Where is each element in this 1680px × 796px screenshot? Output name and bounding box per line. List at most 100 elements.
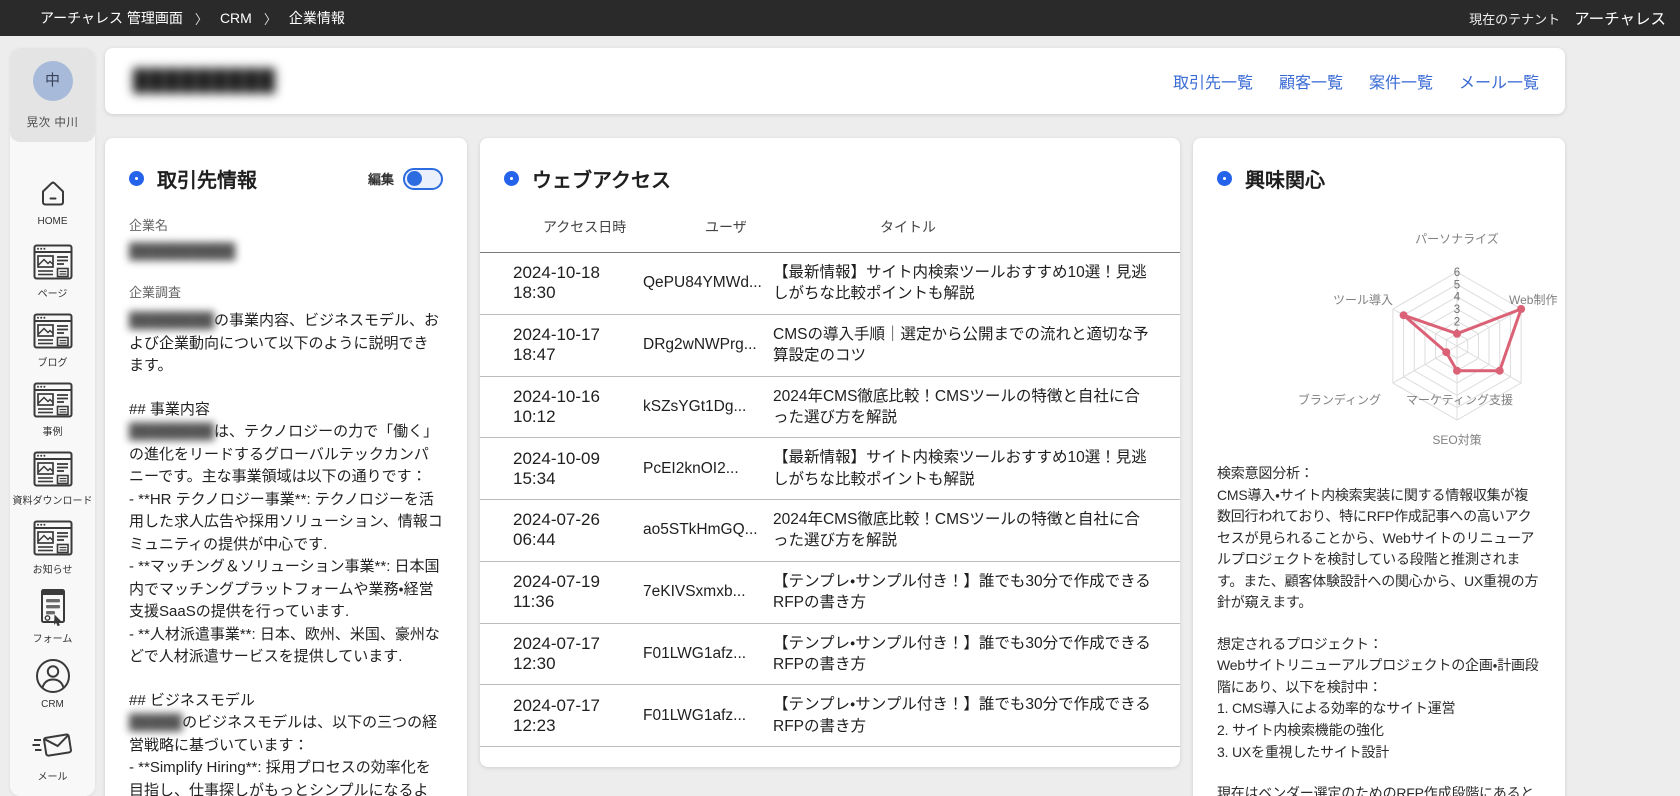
company-name-redacted: █████████ — [133, 69, 276, 92]
user-panel[interactable]: 中 晃次 中川 — [10, 48, 95, 142]
redacted-text: █████ — [129, 714, 183, 731]
header-link-customers[interactable]: 顧客一覧 — [1279, 69, 1343, 93]
sidebar-item-blog[interactable]: ブログ — [10, 311, 95, 380]
survey-line: █████のビジネスモデルは、以下の三つの経営戦略に基づいています： — [129, 714, 438, 754]
survey-blank-line — [129, 669, 443, 690]
survey-line: ## ビジネスモデル — [129, 691, 255, 709]
web-access-table-body: 2024-10-18 18:30 QePU84YMWd... 【最新情報】サイト内検… — [480, 253, 1180, 747]
survey-line: ## 事業内容 — [129, 400, 210, 418]
column-header-user: ユーザ — [705, 219, 747, 235]
sidebar-item-label: メール — [37, 772, 68, 783]
access-datetime: 2024-07-17 12:23 — [513, 695, 600, 735]
sidebar-item-label: 事例 — [42, 427, 63, 438]
sidebar-item-label: HOME — [37, 216, 68, 227]
analysis-blank-line — [1217, 763, 1541, 783]
webpage-icon — [33, 518, 73, 558]
breadcrumb-separator: 〉 — [263, 11, 277, 27]
analysis-line: CMS導入・サイト内検索実装に関する情報収集が複数回行われており、特にRFP作成… — [1217, 486, 1539, 611]
survey-line: - **Simplify Hiring**: 採用プロセスの効率化を目指し、仕事… — [129, 759, 431, 796]
web-access-card-title: ウェブアクセス — [532, 170, 671, 192]
header-link-partners[interactable]: 取引先一覧 — [1173, 69, 1253, 93]
sidebar-item-label: ブログ — [37, 358, 68, 369]
analysis-line: 想定されるプロジェクト： — [1217, 635, 1383, 652]
svg-text:2: 2 — [1454, 316, 1460, 328]
header-link-mails[interactable]: メール一覧 — [1459, 69, 1539, 93]
sidebar-item-downloads[interactable]: 資料ダウンロード — [10, 449, 95, 518]
sidebar: 中 晃次 中川 HOME ページブログ事例資料ダウンロードお知らせフォーム CRM メ… — [10, 48, 95, 796]
form-icon — [38, 587, 68, 627]
breadcrumb-item[interactable]: 企業情報 — [289, 8, 345, 28]
svg-text:4: 4 — [1454, 292, 1461, 304]
webpage-icon — [33, 311, 73, 351]
breadcrumb-separator: 〉 — [194, 11, 208, 27]
access-user: 7eKIVSxmxb... — [643, 583, 746, 601]
toggle-knob — [407, 171, 422, 186]
mail-icon — [32, 725, 74, 765]
sidebar-item-label: フォーム — [32, 634, 73, 645]
company-name-value-redacted: ██████████ — [129, 243, 236, 260]
header-links: 取引先一覧 顧客一覧 案件一覧 メール一覧 — [1173, 69, 1539, 93]
sidebar-item-crm[interactable]: CRM — [10, 656, 95, 725]
analysis-line: 現在はベンダー選定のためのRFP作成段階にあると推測されます — [1217, 785, 1535, 796]
access-datetime: 2024-10-18 18:30 — [513, 263, 600, 303]
sidebar-item-news[interactable]: お知らせ — [10, 518, 95, 587]
webpage-icon — [33, 380, 73, 420]
sidebar-item-mail[interactable]: メール — [10, 725, 95, 794]
svg-text:パーソナライズ: パーソナライズ — [1415, 231, 1499, 246]
card-ring-icon — [504, 171, 519, 186]
webpage-icon — [33, 449, 73, 489]
breadcrumb-item[interactable]: CRM — [220, 10, 252, 26]
access-title: 2024年CMS徹底比較！CMSツールの特徴と自社に合った選び方を解説 — [773, 387, 1140, 426]
access-user: F01LWG1afz... — [643, 644, 747, 662]
breadcrumb-item[interactable]: アーチャレス 管理画面 — [40, 8, 183, 28]
svg-text:5: 5 — [1454, 279, 1460, 291]
interest-radar-chart: 123456パーソナライズWeb制作マーケティング支援SEO対策ブランディングツ… — [1217, 197, 1558, 449]
card-ring-icon — [129, 171, 144, 186]
sidebar-item-home[interactable]: HOME — [10, 173, 95, 242]
column-header-title: タイトル — [880, 219, 936, 235]
redacted-text: ████████ — [129, 423, 215, 440]
web-access-row: 2024-10-18 18:30 QePU84YMWd... 【最新情報】サイト内検… — [480, 253, 1180, 315]
survey-line: ████████の事業内容、ビジネスモデル、および企業動向について以下のように説… — [129, 312, 440, 374]
access-title: 【最新情報】サイト内検索ツールおすすめ10選！見逃しがちな比較ポイントも解説 — [773, 264, 1147, 303]
svg-text:ツール導入: ツール導入 — [1333, 293, 1393, 307]
breadcrumb: アーチャレス 管理画面〉 CRM 〉企業情報 — [40, 8, 345, 28]
sidebar-item-label: CRM — [41, 699, 64, 710]
interest-card-title: 興味関心 — [1245, 170, 1325, 192]
svg-text:6: 6 — [1454, 267, 1460, 279]
tenant-indicator: 現在のテナント アーチャレス — [1469, 7, 1666, 29]
sidebar-item-cases[interactable]: 事例 — [10, 380, 95, 449]
tenant-label: 現在のテナント — [1469, 12, 1561, 27]
sidebar-item-pages[interactable]: ページ — [10, 242, 95, 311]
interest-card: 興味関心 123456パーソナライズWeb制作マーケティング支援SEO対策ブラン… — [1193, 138, 1565, 796]
access-title: CMSの導入手順｜選定から公開までの流れと適切な予算設定のコツ — [773, 325, 1149, 365]
sidebar-item-label: 資料ダウンロード — [12, 496, 93, 507]
access-datetime: 2024-10-09 15:34 — [513, 448, 600, 488]
access-user: F01LWG1afz... — [643, 706, 747, 724]
partner-info-card: 取引先情報 編集 企業名 ██████████ 企業調査 ████████の事業… — [105, 138, 467, 796]
access-datetime: 2024-07-17 12:30 — [513, 633, 600, 673]
access-datetime: 2024-10-16 10:12 — [513, 386, 600, 426]
sidebar-item-label: ページ — [37, 289, 68, 300]
company-name-label: 企業名 — [129, 218, 169, 233]
tenant-name: アーチャレス — [1574, 11, 1666, 28]
edit-toggle[interactable] — [403, 167, 443, 190]
analysis-line: 1. CMS導入による効率的なサイト運営 — [1217, 700, 1456, 717]
web-access-table: アクセス日時 ユーザ タイトル 2024-10-18 18:30 QePU84YM… — [480, 207, 1180, 747]
sidebar-item-forms[interactable]: フォーム — [10, 587, 95, 656]
header-link-deals[interactable]: 案件一覧 — [1369, 69, 1433, 93]
svg-text:ブランディング: ブランディング — [1298, 392, 1381, 407]
survey-blank-line — [129, 378, 443, 399]
access-user: ao5STkHmGQ... — [643, 521, 758, 539]
webpage-icon — [33, 242, 73, 282]
svg-text:3: 3 — [1454, 304, 1460, 316]
web-access-table-header: アクセス日時 ユーザ タイトル — [480, 207, 1180, 253]
partner-card-title: 取引先情報 — [157, 170, 257, 192]
web-access-card: ウェブアクセス アクセス日時 ユーザ タイトル 2024-10-18 18:30… — [480, 138, 1180, 767]
interest-analysis-text: 検索意図分析： CMS導入・サイト内検索実装に関する情報収集が複数回行われており、… — [1217, 463, 1541, 796]
survey-line: - **HR テクノロジー事業**: テクノロジーを活用した求人広告や採用ソリュ… — [129, 490, 443, 553]
web-access-row: 2024-10-09 15:34 PcEI2knOI2... 【最新情報】サイト内検… — [480, 438, 1180, 500]
main-content: █████████ 取引先一覧 顧客一覧 案件一覧 メール一覧 取引先情報 編集 企業… — [105, 48, 1565, 796]
analysis-line: Webサイトリニューアルプロジェクトの企画・計画段階にあり、以下を検討中： — [1217, 657, 1539, 695]
company-header-card: █████████ 取引先一覧 顧客一覧 案件一覧 メール一覧 — [105, 48, 1565, 114]
